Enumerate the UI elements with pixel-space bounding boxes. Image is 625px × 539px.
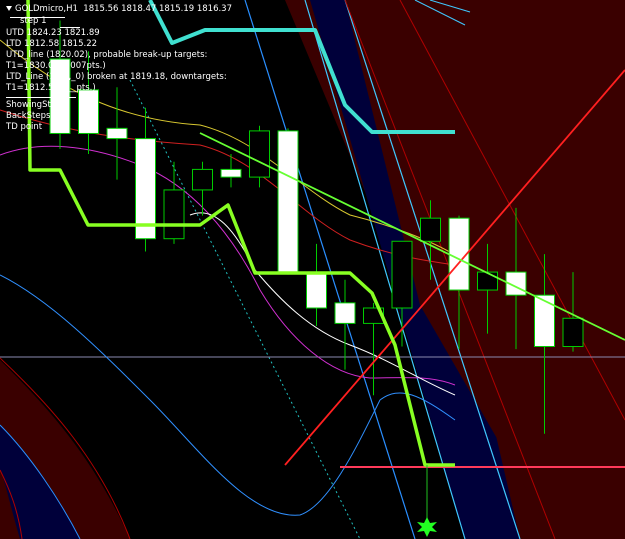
candle-bear[interactable]	[78, 89, 99, 134]
candle-bear[interactable]	[277, 130, 299, 273]
candle-bull[interactable]	[192, 168, 213, 191]
candle-bear[interactable]	[534, 294, 555, 347]
candle-bear[interactable]	[49, 58, 71, 134]
candle-bull[interactable]	[420, 217, 441, 242]
candle-bear[interactable]	[106, 127, 128, 140]
candle-bull[interactable]	[391, 240, 413, 309]
candle-bear[interactable]	[334, 302, 356, 324]
candle-bear[interactable]	[306, 271, 327, 309]
candle-bull[interactable]	[163, 189, 185, 240]
price-chart[interactable]	[0, 0, 625, 539]
candle-bull[interactable]	[249, 130, 270, 178]
candle-bull[interactable]	[562, 317, 584, 347]
candle-bull[interactable]	[477, 271, 498, 291]
candle-bear[interactable]	[220, 168, 242, 178]
